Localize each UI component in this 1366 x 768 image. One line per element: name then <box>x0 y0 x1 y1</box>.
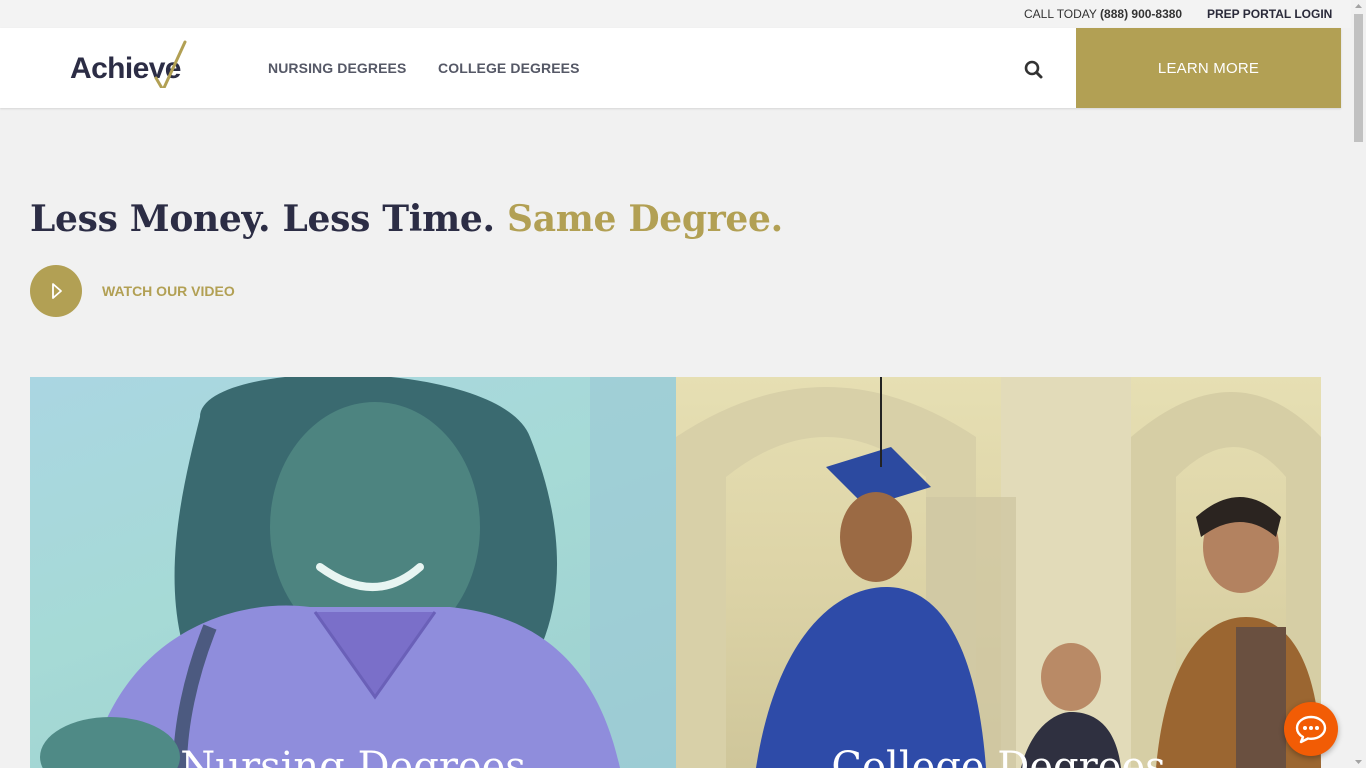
learn-more-button[interactable]: LEARN MORE <box>1076 28 1341 108</box>
hero-title-accent: Same Degree. <box>507 198 783 240</box>
scrollbar-thumb[interactable] <box>1354 14 1363 142</box>
nursing-degrees-card[interactable]: Nursing Degrees <box>30 377 676 768</box>
prep-portal-login-link[interactable]: PREP PORTAL LOGIN <box>1207 7 1332 21</box>
college-card-title: College Degrees <box>831 744 1166 768</box>
utility-bar: CALL TODAY (888) 900-8380 PREP PORTAL LO… <box>0 0 1351 28</box>
site-header: Achieve NURSING DEGREES COLLEGE DEGREES … <box>0 28 1341 108</box>
vertical-scrollbar[interactable] <box>1351 0 1366 768</box>
call-today-text: CALL TODAY (888) 900-8380 <box>1024 7 1182 21</box>
search-icon <box>1024 60 1043 79</box>
nursing-photo <box>40 377 676 768</box>
call-prefix: CALL TODAY <box>1024 7 1097 21</box>
scroll-down-icon[interactable] <box>1354 757 1363 766</box>
college-photo <box>676 377 1321 768</box>
play-icon <box>52 283 62 299</box>
phone-number[interactable]: (888) 900-8380 <box>1100 7 1182 21</box>
live-chat-button[interactable] <box>1284 702 1338 756</box>
college-degrees-card[interactable]: College Degrees <box>676 377 1321 768</box>
hero-title-part1: Less Money. Less Time. <box>30 198 495 240</box>
nursing-card-title: Nursing Degrees <box>180 744 526 768</box>
search-button[interactable] <box>1022 58 1046 82</box>
watch-video-play-button[interactable] <box>30 265 82 317</box>
logo-check-icon <box>154 40 187 88</box>
achieve-logo[interactable]: Achieve <box>70 40 190 88</box>
nav-college-degrees[interactable]: COLLEGE DEGREES <box>438 60 580 76</box>
hero-title: Less Money. Less Time. Same Degree. <box>30 198 783 240</box>
chat-bubble-icon <box>1295 715 1327 744</box>
scroll-up-icon[interactable] <box>1354 2 1363 11</box>
nav-nursing-degrees[interactable]: NURSING DEGREES <box>268 60 406 76</box>
watch-video-link[interactable]: WATCH OUR VIDEO <box>102 283 235 299</box>
